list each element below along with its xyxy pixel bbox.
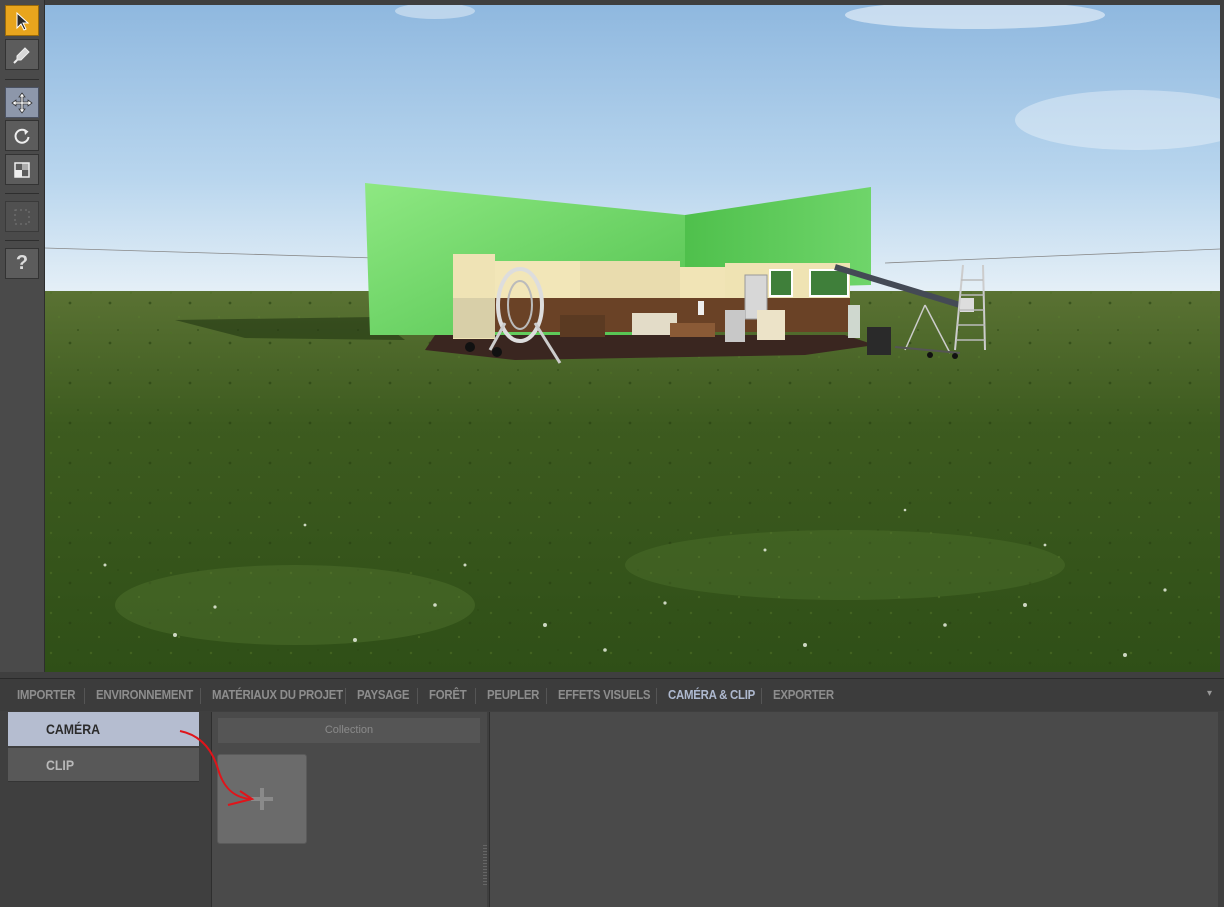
camera-clip-side-menu: CAMÉRA CLIP — [8, 712, 200, 907]
side-item-camera-label: CAMÉRA — [46, 721, 101, 737]
select-tool-button[interactable] — [5, 5, 39, 36]
tab-environnement[interactable]: ENVIRONNEMENT — [96, 679, 193, 711]
3d-viewport[interactable] — [45, 5, 1220, 672]
help-button[interactable]: ? — [5, 248, 39, 279]
tab-materiaux-du-projet[interactable]: MATÉRIAUX DU PROJET — [212, 679, 343, 711]
side-item-clip-label: CLIP — [46, 757, 75, 773]
collection-header: Collection — [218, 718, 480, 743]
plus-icon — [251, 788, 273, 810]
tab-foret[interactable]: FORÊT — [429, 679, 467, 711]
arrow-cursor-icon — [16, 11, 30, 31]
tool-palette: ? — [0, 0, 45, 672]
snap-tool-button[interactable] — [5, 201, 39, 232]
collapse-panel-icon[interactable]: ▾ — [1207, 688, 1212, 699]
move-arrows-icon — [11, 91, 33, 114]
properties-panel — [489, 712, 1218, 907]
collection-panel: Collection — [211, 712, 487, 907]
dotted-frame-icon — [14, 209, 30, 224]
tab-paysage[interactable]: PAYSAGE — [357, 679, 409, 711]
side-item-clip[interactable]: CLIP — [8, 748, 199, 782]
paint-dropper-icon — [13, 46, 30, 64]
rotate-icon — [14, 128, 30, 144]
panel-splitter-handle[interactable] — [483, 845, 487, 885]
scale-square-icon — [14, 161, 30, 178]
paint-tool-button[interactable] — [5, 39, 39, 70]
scale-tool-button[interactable] — [5, 154, 39, 185]
add-camera-button[interactable] — [217, 754, 307, 844]
main-tab-bar: IMPORTER ENVIRONNEMENT MATÉRIAUX DU PROJ… — [0, 678, 1224, 711]
scene-render — [45, 5, 1220, 672]
rotate-tool-button[interactable] — [5, 120, 39, 151]
tab-camera-clip[interactable]: CAMÉRA & CLIP — [668, 679, 755, 711]
tab-exporter[interactable]: EXPORTER — [773, 679, 834, 711]
tab-effets-visuels[interactable]: EFFETS VISUELS — [558, 679, 651, 711]
move-tool-button[interactable] — [5, 87, 39, 118]
tab-peupler[interactable]: PEUPLER — [487, 679, 539, 711]
side-item-camera[interactable]: CAMÉRA — [8, 712, 199, 746]
question-mark-icon: ? — [15, 252, 29, 274]
tab-importer[interactable]: IMPORTER — [17, 679, 76, 711]
